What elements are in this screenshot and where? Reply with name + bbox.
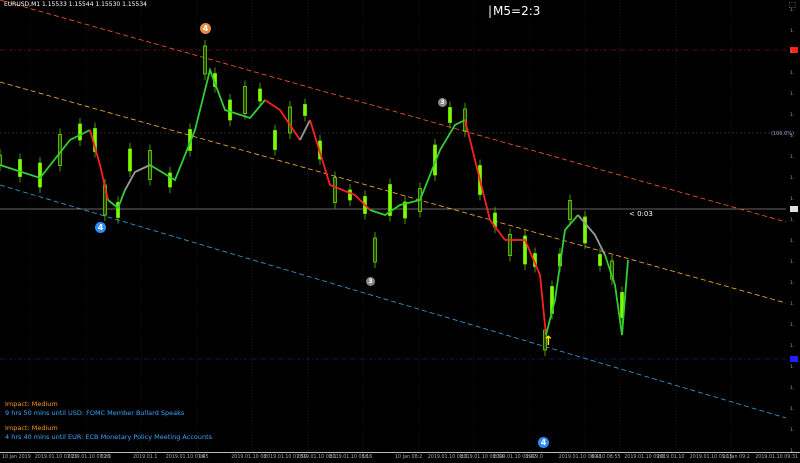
price-tick: 1.: [790, 218, 795, 223]
time-tick-label: 2019.01.10 09:31: [755, 455, 799, 460]
wave-label-blue: 4: [538, 437, 549, 448]
ma-segment: [299, 119, 311, 141]
ma-segment: [545, 214, 579, 336]
mode-label: |M5=2:3: [488, 4, 541, 18]
price-tick: 1.: [790, 302, 795, 307]
blue-level-marker: [790, 356, 798, 362]
time-tick-label: 10 Jan 09:2: [722, 455, 750, 460]
price-tick: 1.: [790, 50, 795, 55]
price-tick: 1.: [790, 239, 795, 244]
time-tick-label: 10 Jan 08:2: [395, 455, 423, 460]
price-tick: 1.: [790, 8, 795, 13]
ma-segment: [369, 119, 466, 216]
wave-label-gray: 3: [438, 98, 447, 107]
ma-segment: [309, 119, 371, 211]
time-tick-label: 2019.01.10 08: [231, 455, 267, 460]
time-tick-label: 2019.0: [526, 455, 543, 460]
price-tick: 1.: [790, 134, 795, 139]
wave-label-blue: 4: [95, 222, 106, 233]
wave-label-orange: 4: [200, 23, 211, 34]
news-item: Impact: Medium 9 hrs 50 mins until USD: …: [5, 400, 185, 417]
price-tick: 1.: [790, 176, 795, 181]
ma-segment: [577, 214, 606, 256]
price-tick: 1.: [790, 113, 795, 118]
time-tick-label: 07:3: [100, 455, 112, 460]
price-tick: 1.: [790, 386, 795, 391]
price-tick: 1.: [790, 344, 795, 349]
price-tick: 1.: [790, 260, 795, 265]
price-tick: 1.: [790, 197, 795, 202]
moving-average: [0, 66, 629, 336]
channel-top-line: [0, 0, 787, 223]
price-axis[interactable]: [786, 0, 800, 450]
current-price-marker: [790, 206, 798, 212]
time-axis[interactable]: 10 Jan 2019 2019.01.10 07:25 2019.01.10 07…: [0, 452, 800, 463]
ma-segment: [464, 119, 506, 241]
vertical-grid: [29, 0, 732, 452]
price-tick: 1.: [790, 281, 795, 286]
ma-segment: [264, 99, 301, 141]
price-tick: 1.: [790, 365, 795, 370]
ma-segment: [89, 129, 109, 201]
ma-segment: [0, 129, 91, 180]
price-tick: 1.: [790, 92, 795, 97]
ma-segment: [604, 254, 629, 336]
ma-segment: [149, 66, 266, 182]
price-chart[interactable]: [0, 0, 800, 462]
symbol-info: EURUSD,M1 1.15533 1.15544 1.15530 1.1553…: [4, 1, 147, 8]
news-item: Impact: Medium 4 hrs 40 mins until EUR: …: [5, 424, 213, 441]
price-tick: 1.: [790, 323, 795, 328]
time-tick-label: 2019.01.10: [657, 455, 685, 460]
bar-countdown: < 0:03: [629, 210, 653, 218]
time-tick-label: 01.10 08:55: [591, 455, 621, 460]
price-tick: 1.: [790, 29, 795, 34]
buy-arrow-icon: ↑: [543, 334, 554, 349]
time-tick-label: 16: [198, 455, 205, 460]
channel-mid-line: [0, 81, 787, 304]
time-tick-label: 16: [362, 455, 369, 460]
price-tick: 1.: [790, 428, 795, 433]
price-tick: 1.: [790, 71, 795, 76]
time-tick-label: 10 Jan 2019: [2, 455, 31, 460]
price-tick: 1.: [790, 407, 795, 412]
wave-label-gray: 3: [366, 277, 375, 286]
price-tick: 1.: [790, 155, 795, 160]
time-tick-label: 2019.01.1: [133, 455, 158, 460]
